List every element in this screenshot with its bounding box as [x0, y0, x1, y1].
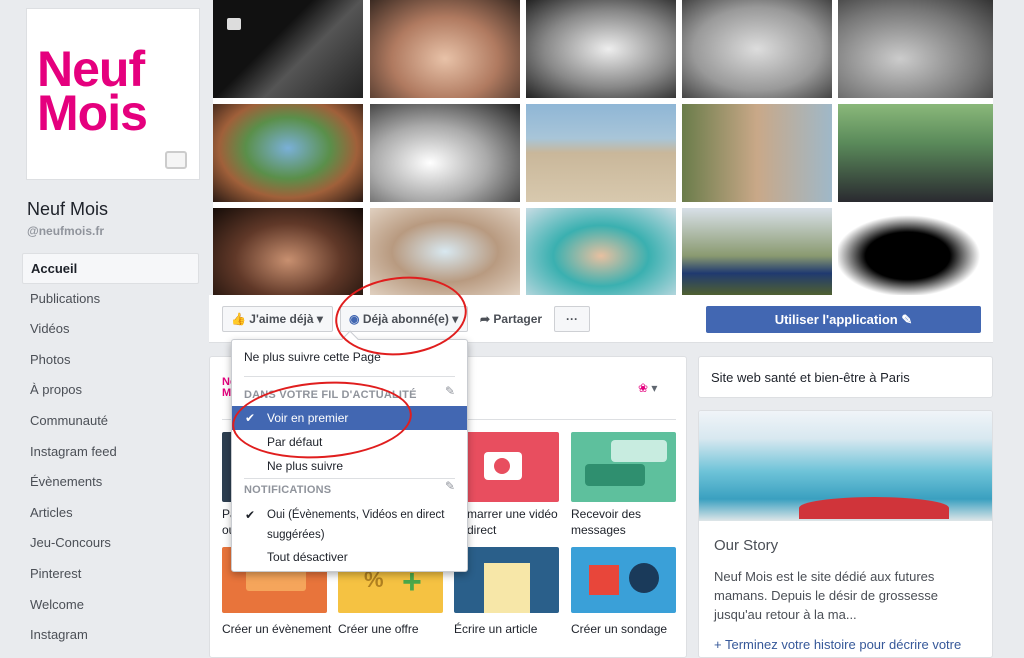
tile-label: Écrire un article: [454, 622, 538, 636]
cover-photo[interactable]: [838, 0, 993, 98]
menu-item-unfollow[interactable]: Ne plus suivre: [232, 459, 467, 473]
pencil-icon[interactable]: ✎: [445, 384, 455, 398]
page-title[interactable]: Neuf Mois: [27, 199, 108, 220]
nav-item-photos[interactable]: Photos: [22, 345, 199, 376]
tile-label: Créer un évènement: [222, 622, 332, 636]
tile-poll[interactable]: [571, 547, 676, 613]
caret-down-icon: ▾: [316, 312, 323, 326]
story-title: Our Story: [714, 537, 779, 554]
cover-photo[interactable]: [682, 104, 832, 202]
section-header-notifications: NOTIFICATIONS: [244, 484, 332, 496]
our-story-card[interactable]: Our Story Neuf Mois est le site dédié au…: [698, 410, 993, 658]
cover-photo[interactable]: [682, 208, 832, 295]
cover-photo[interactable]: [526, 208, 676, 295]
chat-bubble-icon: [611, 440, 667, 462]
thumbs-up-icon: 👍: [231, 312, 246, 326]
camera-icon[interactable]: [165, 151, 187, 169]
nav-item-accueil[interactable]: Accueil: [22, 253, 199, 284]
like-button[interactable]: 👍 J'aime déjà ▾: [222, 306, 333, 332]
complete-story-link[interactable]: + Terminez votre histoire pour décrire v…: [714, 635, 984, 657]
use-app-button[interactable]: Utiliser l'application ✎: [706, 306, 981, 333]
nav-item-publications[interactable]: Publications: [22, 284, 199, 315]
follow-dropdown-menu: Ne plus suivre cette Page DANS VOTRE FIL…: [231, 330, 468, 572]
story-text: Neuf Mois est le site dédié aux futures …: [714, 569, 938, 622]
nav-item-welcome[interactable]: Welcome: [22, 590, 199, 621]
cover-photo[interactable]: [213, 104, 363, 202]
cover-photo[interactable]: [682, 0, 832, 98]
tile-label: Créer un sondage: [571, 622, 668, 636]
checkmark-icon: ✔: [245, 508, 256, 522]
tile-live-video[interactable]: [454, 432, 559, 502]
tile-label: Créer une offre: [338, 622, 419, 636]
nav-item-instagram-feed[interactable]: Instagram feed: [22, 437, 199, 468]
tile-label: marrer une vidéo direct: [467, 507, 558, 537]
cover-photo[interactable]: [526, 0, 676, 98]
nav-item-a-propos[interactable]: À propos: [22, 375, 199, 406]
tile-messages[interactable]: [571, 432, 676, 502]
page-profile-picture[interactable]: Neuf Mois: [26, 8, 200, 180]
tile-article[interactable]: [454, 547, 559, 613]
cover-photo[interactable]: [213, 0, 363, 98]
divider: [244, 376, 455, 377]
cover-photo[interactable]: [370, 104, 520, 202]
nav-item-evenements[interactable]: Évènements: [22, 467, 199, 498]
poll-icon: [589, 565, 619, 595]
share-arrow-icon: ➦: [480, 312, 491, 326]
nav-item-pinterest[interactable]: Pinterest: [22, 559, 199, 590]
nav-item-articles[interactable]: Articles: [22, 498, 199, 529]
nav-item-communaute[interactable]: Communauté: [22, 406, 199, 437]
pencil-icon[interactable]: ✎: [445, 479, 455, 493]
page-username[interactable]: @neufmois.fr: [27, 224, 104, 238]
cover-photo[interactable]: [838, 208, 993, 295]
nav-item-jeu-concours[interactable]: Jeu-Concours: [22, 528, 199, 559]
divider: [244, 478, 455, 479]
page-navigation: Accueil Publications Vidéos Photos À pro…: [22, 253, 199, 651]
tile-label: Recevoir des messages: [571, 507, 642, 537]
page-category: Site web santé et bien-être à Paris: [698, 356, 993, 398]
pencil-icon: ✎: [901, 312, 913, 327]
cover-photo[interactable]: [370, 0, 520, 98]
nav-item-instagram[interactable]: Instagram: [22, 620, 199, 651]
page-action-bar: 👍 J'aime déjà ▾ ◉ Déjà abonné(e) ▾ ➦ Par…: [209, 295, 993, 343]
more-button[interactable]: ···: [554, 306, 590, 332]
nav-item-videos[interactable]: Vidéos: [22, 314, 199, 345]
notepad-icon: [484, 563, 530, 613]
cover-photo[interactable]: [526, 104, 676, 202]
menu-item-notifications-off[interactable]: Tout désactiver: [232, 550, 467, 564]
menu-item-unfollow-page[interactable]: Ne plus suivre cette Page: [232, 350, 467, 364]
cover-photo-grid[interactable]: [213, 0, 993, 295]
avatar-dropdown[interactable]: ❀ ▾: [638, 381, 657, 395]
cover-photo[interactable]: [213, 208, 363, 295]
cover-photo[interactable]: [838, 104, 993, 202]
logo: Neuf Mois: [37, 41, 148, 141]
story-cover-image: [699, 411, 992, 521]
share-button[interactable]: ➦ Partager: [471, 306, 555, 332]
video-icon: [227, 18, 241, 30]
